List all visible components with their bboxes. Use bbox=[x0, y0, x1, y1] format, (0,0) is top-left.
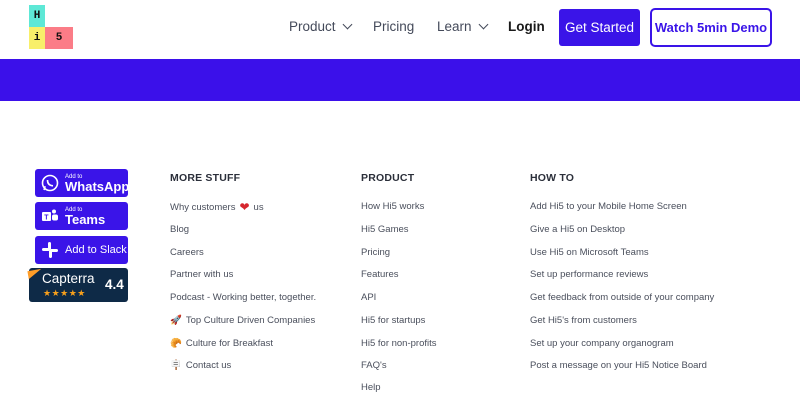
slack-label: Add to Slack bbox=[65, 243, 127, 256]
capterra-name: Capterra bbox=[42, 271, 95, 286]
capterra-logo-icon bbox=[27, 268, 43, 280]
product-link-startups[interactable]: Hi5 for startups bbox=[361, 315, 425, 326]
capterra-rating-badge[interactable]: Capterra ★★★★★ 4.4 bbox=[27, 268, 128, 302]
teams-icon: T bbox=[41, 207, 59, 225]
logo-i: i bbox=[29, 27, 45, 49]
nav-login-label: Login bbox=[508, 19, 545, 34]
add-to-whatsapp-button[interactable]: Add to WhatsApp bbox=[35, 169, 130, 197]
add-to-slack-button[interactable]: Add to Slack bbox=[35, 236, 128, 264]
nav-pricing[interactable]: Pricing bbox=[373, 19, 414, 34]
logo-5: 5 bbox=[45, 27, 73, 49]
top-navbar: H i 5 Product Pricing Learn Login Get St… bbox=[0, 0, 800, 59]
watch-demo-button[interactable]: Watch 5min Demo bbox=[650, 8, 772, 47]
product-link-nonprofits[interactable]: Hi5 for non-profits bbox=[361, 338, 437, 349]
more-stuff-title: MORE STUFF bbox=[170, 172, 241, 184]
product-link-games[interactable]: Hi5 Games bbox=[361, 224, 409, 235]
get-started-button[interactable]: Get Started bbox=[559, 9, 640, 46]
signpost-icon: 🪧 bbox=[170, 360, 182, 371]
partner-link[interactable]: Partner with us bbox=[170, 269, 233, 280]
nav-pricing-label: Pricing bbox=[373, 19, 415, 34]
nav-product[interactable]: Product bbox=[289, 19, 352, 34]
howto-link-organogram[interactable]: Set up your company organogram bbox=[530, 338, 674, 349]
contact-us-label: Contact us bbox=[185, 360, 232, 371]
svg-text:T: T bbox=[44, 215, 49, 222]
howto-link-teams[interactable]: Use Hi5 on Microsoft Teams bbox=[530, 247, 649, 258]
teams-label: Teams bbox=[65, 211, 106, 227]
why-customers-post: us bbox=[253, 201, 264, 213]
logo-h: H bbox=[29, 5, 45, 27]
why-customers-pre: Why customers bbox=[170, 201, 236, 213]
product-link-help[interactable]: Help bbox=[361, 382, 381, 393]
product-link-how-hi5-works[interactable]: How Hi5 works bbox=[361, 201, 424, 212]
product-link-features[interactable]: Features bbox=[361, 269, 399, 280]
chevron-down-icon bbox=[478, 19, 488, 30]
hero-banner bbox=[0, 59, 800, 101]
howto-link-notice-board[interactable]: Post a message on your Hi5 Notice Board bbox=[530, 360, 707, 371]
rocket-icon: 🚀 bbox=[170, 315, 182, 326]
product-title: PRODUCT bbox=[361, 172, 415, 184]
howto-link-performance[interactable]: Set up performance reviews bbox=[530, 269, 648, 280]
top-culture-link[interactable]: 🚀 Top Culture Driven Companies bbox=[170, 315, 315, 326]
capterra-stars: ★★★★★ bbox=[43, 288, 86, 298]
blog-link[interactable]: Blog bbox=[170, 224, 189, 235]
howto-link-customers[interactable]: Get Hi5's from customers bbox=[530, 315, 637, 326]
howto-link-desktop[interactable]: Give a Hi5 on Desktop bbox=[530, 224, 625, 235]
product-link-api[interactable]: API bbox=[361, 292, 376, 303]
product-link-pricing[interactable]: Pricing bbox=[361, 247, 390, 258]
careers-link[interactable]: Careers bbox=[170, 247, 204, 258]
whatsapp-icon bbox=[41, 174, 59, 192]
chevron-down-icon bbox=[342, 19, 352, 30]
slack-icon bbox=[41, 241, 59, 259]
why-customers-love-us-link[interactable]: Why customers ❤ us bbox=[170, 201, 264, 213]
top-culture-label: Top Culture Driven Companies bbox=[185, 315, 316, 326]
nav-login[interactable]: Login bbox=[508, 19, 545, 34]
food-icon: 🥐 bbox=[170, 338, 182, 349]
heart-icon: ❤ bbox=[239, 200, 250, 214]
hi5-logo[interactable]: H i 5 bbox=[29, 5, 73, 49]
podcast-link[interactable]: Podcast - Working better, together. bbox=[170, 292, 316, 303]
howto-link-external-feedback[interactable]: Get feedback from outside of your compan… bbox=[530, 292, 714, 303]
culture-breakfast-label: Culture for Breakfast bbox=[185, 338, 273, 349]
whatsapp-label: WhatsApp bbox=[65, 178, 130, 194]
howto-link-mobile-home[interactable]: Add Hi5 to your Mobile Home Screen bbox=[530, 201, 687, 212]
how-to-title: HOW TO bbox=[530, 172, 575, 184]
capterra-score: 4.4 bbox=[105, 277, 124, 292]
nav-product-label: Product bbox=[289, 19, 336, 34]
contact-us-link[interactable]: 🪧 Contact us bbox=[170, 360, 231, 371]
nav-learn-label: Learn bbox=[437, 19, 472, 34]
product-link-faqs[interactable]: FAQ's bbox=[361, 360, 387, 371]
culture-breakfast-link[interactable]: 🥐 Culture for Breakfast bbox=[170, 338, 273, 349]
add-to-teams-button[interactable]: T Add to Teams bbox=[35, 202, 128, 230]
nav-learn[interactable]: Learn bbox=[437, 19, 488, 34]
